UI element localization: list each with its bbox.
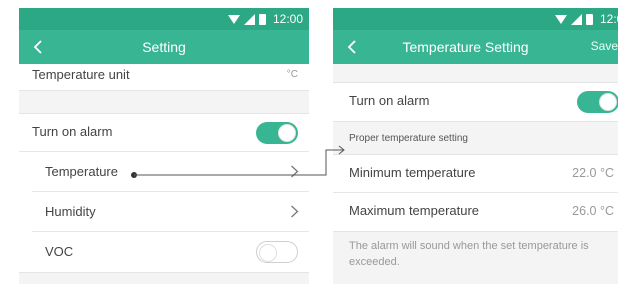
- turn-on-alarm-label: Turn on alarm: [349, 93, 430, 108]
- minimum-temperature-row[interactable]: Minimum temperature 22.0 °C: [333, 155, 618, 193]
- temperature-unit-label: Temperature unit: [32, 67, 130, 82]
- maximum-temperature-value: 26.0 °C: [572, 204, 614, 218]
- maximum-temperature-label: Maximum temperature: [349, 203, 480, 218]
- status-time: 12:00: [272, 12, 303, 26]
- status-bar: 12:00: [333, 8, 618, 30]
- status-bar: 12:00: [19, 8, 309, 30]
- wifi-icon: [227, 15, 240, 24]
- turn-on-alarm-toggle[interactable]: [256, 122, 298, 144]
- turn-on-alarm-toggle[interactable]: [577, 91, 618, 113]
- chevron-right-icon: [291, 205, 299, 218]
- status-icons: 12:00: [554, 11, 618, 27]
- app-bar: Setting: [19, 30, 309, 64]
- humidity-row[interactable]: Humidity: [32, 192, 309, 232]
- section-header: Proper temperature setting: [349, 132, 468, 144]
- battery-icon: [258, 13, 266, 25]
- temperature-unit-row[interactable]: Temperature unit °C: [19, 64, 309, 90]
- turn-on-alarm-row: Turn on alarm: [19, 114, 309, 152]
- status-icons: 12:00: [227, 11, 303, 27]
- toggle-knob: [278, 124, 296, 142]
- toggle-knob: [259, 244, 277, 262]
- wifi-icon: [554, 15, 567, 24]
- signal-icon: [243, 13, 255, 25]
- page-title: Setting: [142, 39, 186, 55]
- turn-on-alarm-label: Turn on alarm: [32, 124, 113, 139]
- temperature-row[interactable]: Temperature: [32, 152, 309, 192]
- voc-row: VOC: [32, 232, 309, 272]
- maximum-temperature-row[interactable]: Maximum temperature 26.0 °C: [333, 193, 618, 231]
- battery-icon: [585, 13, 593, 25]
- toggle-knob: [599, 93, 617, 111]
- alarm-group: Turn on alarm Temperature Humidity VOC: [19, 113, 309, 273]
- status-time: 12:00: [599, 12, 618, 26]
- alarm-footnote: The alarm will sound when the set temper…: [349, 240, 589, 268]
- page-title: Temperature Setting: [402, 39, 529, 55]
- temperature-range-group: Minimum temperature 22.0 °C Maximum temp…: [333, 154, 618, 232]
- turn-on-alarm-row: Turn on alarm: [333, 83, 618, 121]
- save-button[interactable]: Save: [591, 39, 618, 53]
- temperature-label: Temperature: [45, 164, 118, 179]
- voc-toggle[interactable]: [256, 241, 298, 263]
- alarm-group: Turn on alarm: [333, 82, 618, 122]
- unit-group: Temperature unit °C: [19, 64, 309, 91]
- minimum-temperature-value: 22.0 °C: [572, 166, 614, 180]
- humidity-label: Humidity: [45, 204, 96, 219]
- settings-screen: 12:00 Setting Temperature unit °C Turn o…: [19, 8, 309, 284]
- voc-label: VOC: [45, 244, 74, 259]
- temperature-unit-value: °C: [286, 69, 298, 80]
- chevron-right-icon: [291, 165, 299, 178]
- temperature-setting-screen: 12:00 Temperature Setting Save Turn on a…: [333, 8, 618, 284]
- minimum-temperature-label: Minimum temperature: [349, 165, 476, 180]
- signal-icon: [570, 13, 582, 25]
- app-bar: Temperature Setting Save: [333, 30, 618, 64]
